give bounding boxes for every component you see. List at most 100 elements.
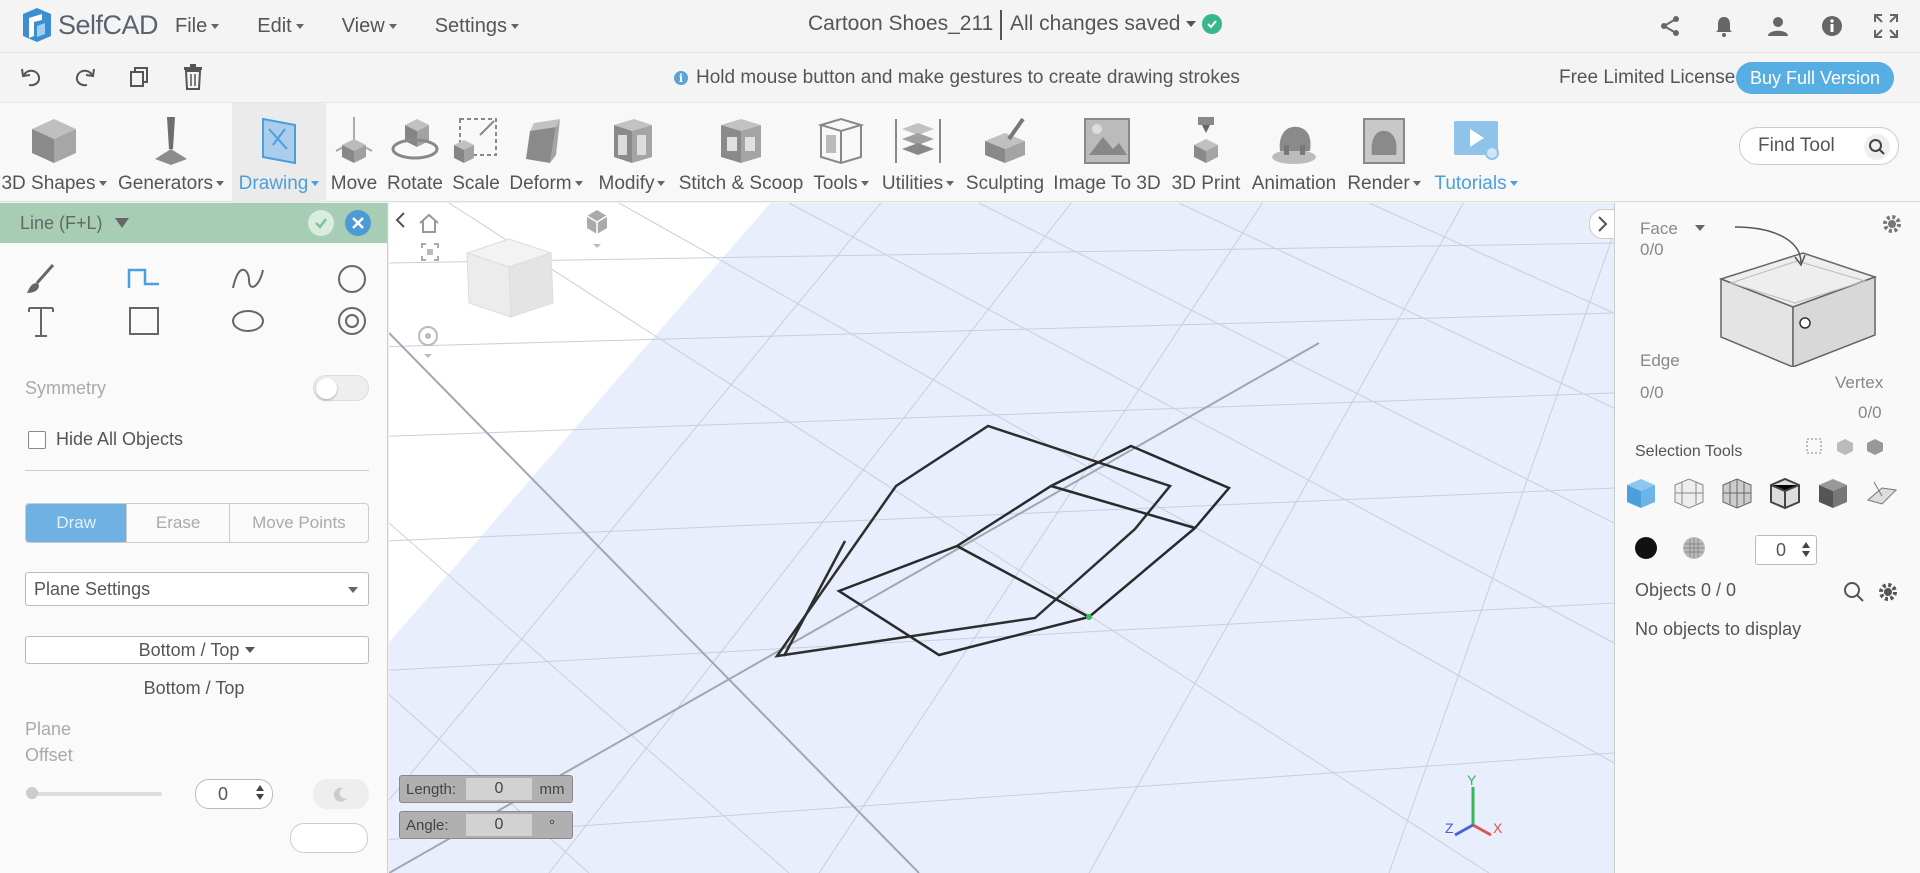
rectangle-tool-icon[interactable] (124, 301, 164, 341)
share-icon[interactable] (1656, 12, 1684, 40)
copy-icon[interactable] (126, 63, 152, 91)
fullscreen-icon[interactable] (1872, 12, 1900, 40)
hide-all-objects-row[interactable]: Hide All Objects (28, 429, 183, 450)
find-tool-input[interactable]: Find Tool (1739, 127, 1899, 165)
select-visible-icon[interactable] (1835, 437, 1855, 462)
tool-rotate[interactable]: Rotate (384, 103, 446, 203)
collapse-right-icon[interactable] (1589, 209, 1614, 239)
angle-value[interactable]: 0 (466, 814, 532, 836)
tool-stitch-scoop[interactable]: Stitch & Scoop (676, 103, 806, 203)
confirm-check-icon[interactable] (308, 210, 334, 236)
drawing-panel: Line (F+L) Symmetry Hide All Objects Dra… (0, 203, 388, 873)
menu-view[interactable]: View (342, 15, 397, 38)
curve-tool-icon[interactable] (228, 259, 268, 299)
mode-erase-button[interactable]: Erase (127, 504, 230, 542)
tool-deform[interactable]: Deform (506, 103, 586, 203)
tool-scale[interactable]: Scale (448, 103, 504, 203)
save-status[interactable]: All changes saved (1010, 12, 1223, 36)
chevron-down-icon[interactable] (114, 218, 129, 228)
plane-settings-select[interactable]: Plane Settings (25, 572, 369, 606)
tool-3d-print[interactable]: 3D Print (1166, 103, 1246, 203)
app-logo[interactable]: SelfCAD (20, 6, 159, 44)
plane-offset-slider[interactable] (30, 792, 162, 796)
tools-icon (817, 117, 865, 165)
ring-tool-icon[interactable] (332, 301, 372, 341)
stitch-scoop-icon (721, 119, 761, 163)
select-box-icon[interactable] (1805, 437, 1825, 462)
plane-orientation-dropdown[interactable]: Bottom / Top (25, 636, 369, 664)
tool-sculpting[interactable]: Sculpting (962, 103, 1048, 203)
trash-icon[interactable] (180, 63, 206, 91)
circle-tool-icon[interactable] (332, 259, 372, 299)
search-icon[interactable] (1843, 581, 1865, 608)
reset-moon-icon[interactable] (313, 779, 369, 809)
info-icon[interactable] (1818, 12, 1846, 40)
select-solid-icon[interactable] (1815, 475, 1851, 511)
scene-canvas[interactable] (389, 203, 1614, 873)
view-cube[interactable] (465, 238, 554, 318)
hide-all-checkbox[interactable] (28, 430, 46, 449)
tool-move[interactable]: Move (328, 103, 380, 203)
menu-edit[interactable]: Edit (257, 15, 303, 38)
menu-file[interactable]: File (175, 15, 219, 38)
face-label[interactable]: Face (1640, 219, 1678, 239)
plane-offset-stepper[interactable]: 0 (195, 779, 273, 809)
mode-draw-button[interactable]: Draw (26, 504, 128, 542)
tool-render[interactable]: Render (1342, 103, 1426, 203)
black-color-swatch[interactable] (1633, 535, 1659, 566)
3d-viewport[interactable]: Length: 0 mm Angle: 0 ° Y X Z (389, 203, 1614, 873)
select-all-icon[interactable] (1865, 437, 1885, 462)
redo-icon[interactable] (72, 63, 98, 91)
length-value[interactable]: 0 (466, 778, 532, 800)
select-edges-icon[interactable] (1767, 475, 1803, 511)
tool-modify[interactable]: Modify (590, 103, 674, 203)
hint-text: Hold mouse button and make gestures to c… (696, 67, 1240, 88)
select-plane-icon[interactable] (1863, 475, 1899, 511)
bell-icon[interactable] (1710, 12, 1738, 40)
rotate-icon (391, 119, 439, 160)
no-objects-message: No objects to display (1635, 619, 1802, 639)
main-toolbar: 3D Shapes Generators Drawing Move Rotate… (0, 102, 1920, 203)
orbit-target-icon[interactable] (415, 323, 441, 361)
select-object-icon[interactable] (1623, 475, 1659, 511)
brush-tool-icon[interactable] (21, 259, 61, 299)
fit-view-icon[interactable] (419, 241, 441, 263)
select-faces-icon[interactable] (1671, 475, 1707, 511)
mode-move-points-button[interactable]: Move Points (230, 504, 368, 542)
user-icon[interactable] (1764, 12, 1792, 40)
tool-image-to-3d[interactable]: Image To 3D (1050, 103, 1164, 203)
ellipse-tool-icon[interactable] (228, 301, 268, 341)
partial-control[interactable] (290, 823, 368, 853)
stepper-arrows-icon[interactable] (256, 785, 264, 800)
search-icon[interactable] (1864, 134, 1890, 160)
tool-animation[interactable]: Animation (1248, 103, 1340, 203)
close-icon[interactable] (345, 210, 371, 236)
document-title[interactable]: Cartoon Shoes_211 (808, 12, 993, 36)
vertex-label: Vertex (1835, 373, 1884, 392)
tool-drawing[interactable]: Drawing (232, 103, 326, 203)
render-icon (1363, 118, 1405, 164)
gear-icon[interactable] (1877, 581, 1899, 608)
pattern-swatch-icon[interactable] (1681, 535, 1707, 566)
polyline-tool-icon[interactable] (124, 259, 164, 299)
home-icon[interactable] (417, 211, 441, 235)
animation-icon (1272, 126, 1316, 164)
plane-offset-slider-handle[interactable] (26, 787, 38, 799)
symmetry-toggle[interactable] (313, 375, 369, 401)
menu-settings[interactable]: Settings (435, 15, 519, 38)
selection-stepper[interactable]: 0 (1755, 535, 1817, 565)
collapse-left-icon[interactable] (389, 203, 411, 237)
tool-utilities[interactable]: Utilities (876, 103, 960, 203)
tool-tools[interactable]: Tools (808, 103, 874, 203)
camera-projection-icon[interactable] (583, 207, 611, 251)
select-mesh-icon[interactable] (1719, 475, 1755, 511)
tool-generators[interactable]: Generators (112, 103, 230, 203)
text-tool-icon[interactable] (21, 301, 61, 341)
tool-3d-shapes[interactable]: 3D Shapes (0, 103, 108, 203)
stepper-arrows-icon[interactable] (1802, 542, 1810, 557)
buy-full-version-button[interactable]: Buy Full Version (1736, 62, 1894, 94)
chevron-down-icon[interactable] (1695, 225, 1705, 231)
undo-icon[interactable] (18, 63, 44, 91)
tool-tutorials[interactable]: Tutorials (1428, 103, 1524, 203)
sculpting-icon (985, 117, 1025, 163)
